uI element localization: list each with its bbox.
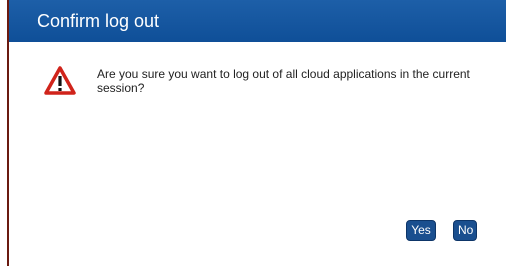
dialog-title: Confirm log out <box>37 11 160 31</box>
dialog-titlebar[interactable]: Confirm log out <box>9 0 506 42</box>
yes-button[interactable]: Yes <box>406 220 436 241</box>
warning-icon <box>44 66 76 96</box>
no-button[interactable]: No <box>453 220 477 241</box>
page: Confirm log out Are you sure you want to… <box>0 0 506 266</box>
confirm-logout-dialog: Confirm log out Are you sure you want to… <box>7 0 506 266</box>
dialog-message: Are you sure you want to log out of all … <box>97 67 470 95</box>
